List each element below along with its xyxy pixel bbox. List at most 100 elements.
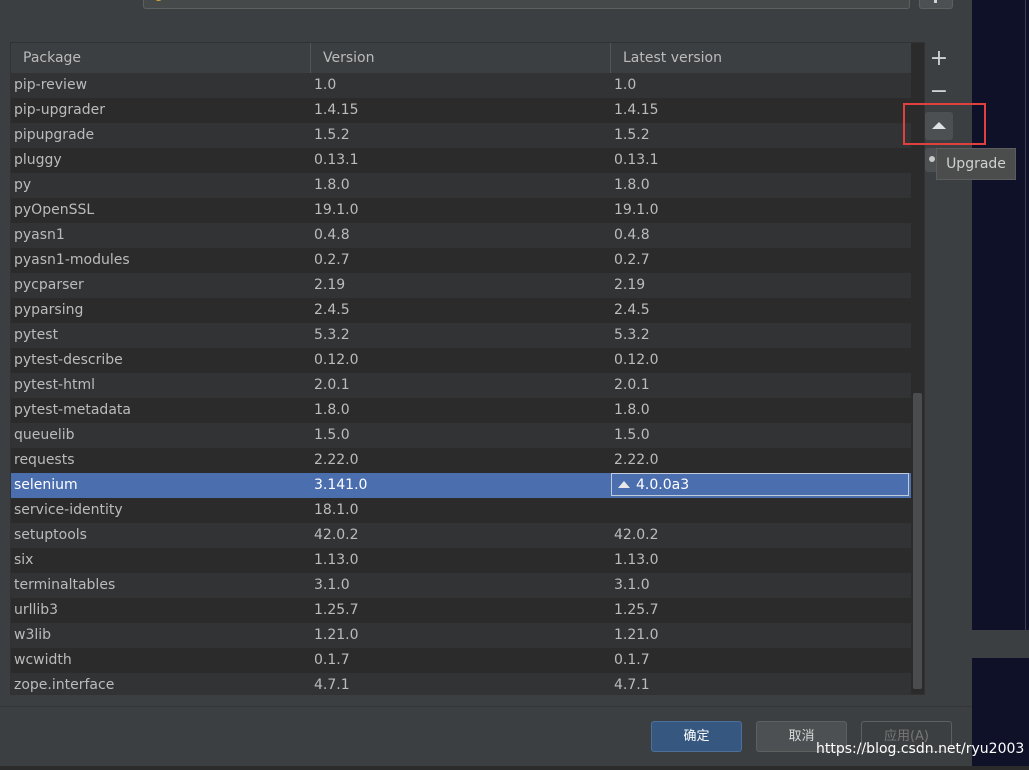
package-name-cell: queuelib xyxy=(14,427,75,443)
latest-version-cell: 2.0.1 xyxy=(614,377,650,393)
package-name-cell: pipupgrade xyxy=(14,127,95,143)
table-row[interactable]: urllib3 1.25.7 1.25.7 xyxy=(11,598,911,623)
table-row[interactable]: six 1.13.0 1.13.0 xyxy=(11,548,911,573)
package-name-cell: pip-upgrader xyxy=(14,102,105,118)
version-cell: 3.1.0 xyxy=(314,577,350,593)
install-package-button[interactable]: + xyxy=(925,45,953,73)
table-header: Package Version Latest version xyxy=(11,43,911,74)
version-cell: 1.21.0 xyxy=(314,627,359,643)
version-cell: 0.2.7 xyxy=(314,252,350,268)
highlight-box xyxy=(903,103,986,145)
column-header-package[interactable]: Package xyxy=(11,43,311,73)
version-cell: 1.8.0 xyxy=(314,177,350,193)
latest-version-cell: 0.13.1 xyxy=(614,152,659,168)
table-row[interactable]: terminaltables 3.1.0 3.1.0 xyxy=(11,573,911,598)
version-cell: 1.4.15 xyxy=(314,102,359,118)
ok-button[interactable]: 确定 xyxy=(651,721,742,752)
package-name-cell: requests xyxy=(14,452,75,468)
version-cell: 5.3.2 xyxy=(314,327,350,343)
version-cell: 18.1.0 xyxy=(314,502,359,518)
version-cell: 0.1.7 xyxy=(314,652,350,668)
table-row[interactable]: pyparsing 2.4.5 2.4.5 xyxy=(11,298,911,323)
minus-icon: − xyxy=(929,79,949,104)
table-row[interactable]: wcwidth 0.1.7 0.1.7 xyxy=(11,648,911,673)
version-cell: 1.0 xyxy=(314,77,337,93)
package-name-cell: pyparsing xyxy=(14,302,84,318)
uninstall-package-button[interactable]: − xyxy=(925,78,953,106)
version-cell: 0.12.0 xyxy=(314,352,359,368)
table-row[interactable]: setuptools 42.0.2 42.0.2 xyxy=(11,523,911,548)
package-name-cell: zope.interface xyxy=(14,677,115,693)
column-header-latest-version[interactable]: Latest version xyxy=(611,43,911,73)
table-row[interactable]: pyasn1-modules 0.2.7 0.2.7 xyxy=(11,248,911,273)
version-cell: 0.4.8 xyxy=(314,227,350,243)
table-row[interactable]: pytest-metadata 1.8.0 1.8.0 xyxy=(11,398,911,423)
package-name-cell: pytest xyxy=(14,327,59,343)
latest-version-cell: 1.21.0 xyxy=(614,627,659,643)
package-name-cell: wcwidth xyxy=(14,652,72,668)
package-name-cell: pyOpenSSL xyxy=(14,202,95,218)
latest-version-cell: 3.1.0 xyxy=(614,577,650,593)
latest-version-cell: 42.0.2 xyxy=(614,527,659,543)
latest-version-cell: 1.13.0 xyxy=(614,552,659,568)
table-row[interactable]: queuelib 1.5.0 1.5.0 xyxy=(11,423,911,448)
table-row[interactable]: service-identity 18.1.0 xyxy=(11,498,911,523)
table-row[interactable]: selenium 3.141.0 4.0.0a3 xyxy=(11,473,911,498)
latest-version-cell: 0.12.0 xyxy=(614,352,659,368)
settings-icon xyxy=(934,0,937,3)
package-name-cell: pyasn1 xyxy=(14,227,65,243)
latest-version-cell: 1.8.0 xyxy=(614,177,650,193)
package-name-cell: setuptools xyxy=(14,527,87,543)
table-row[interactable]: w3lib 1.21.0 1.21.0 xyxy=(11,623,911,648)
package-name-cell: pip-review xyxy=(14,77,88,93)
table-row[interactable]: pluggy 0.13.1 0.13.1 xyxy=(11,148,911,173)
package-name-cell: six xyxy=(14,552,34,568)
version-cell: 2.19 xyxy=(314,277,346,293)
package-name-cell: pyasn1-modules xyxy=(14,252,130,268)
scrollbar-thumb[interactable] xyxy=(913,393,922,689)
package-name-cell: pluggy xyxy=(14,152,62,168)
latest-version-cell: 5.3.2 xyxy=(614,327,650,343)
latest-version-cell: 4.7.1 xyxy=(614,677,650,693)
eye-icon xyxy=(929,156,935,162)
table-row[interactable]: pycparser 2.19 2.19 xyxy=(11,273,911,298)
latest-version-cell: 1.0 xyxy=(614,77,637,93)
table-row[interactable]: pyOpenSSL 19.1.0 19.1.0 xyxy=(11,198,911,223)
table-row[interactable]: pip-review 1.0 1.0 xyxy=(11,73,911,98)
latest-version-cell: 2.4.5 xyxy=(614,302,650,318)
plus-icon: + xyxy=(929,46,949,71)
column-header-version[interactable]: Version xyxy=(311,43,611,73)
version-cell: 0.13.1 xyxy=(314,152,359,168)
version-cell: 3.141.0 xyxy=(314,477,368,493)
upgrade-available-icon xyxy=(618,481,630,488)
table-row[interactable]: requests 2.22.0 2.22.0 xyxy=(11,448,911,473)
table-row[interactable]: pytest 5.3.2 5.3.2 xyxy=(11,323,911,348)
latest-version-cell: 0.1.7 xyxy=(614,652,650,668)
table-row[interactable]: pytest-html 2.0.1 2.0.1 xyxy=(11,373,911,398)
table-row[interactable]: pip-upgrader 1.4.15 1.4.15 xyxy=(11,98,911,123)
latest-version-cell: 1.25.7 xyxy=(614,602,659,618)
latest-version-cell: 1.8.0 xyxy=(614,402,650,418)
package-name-cell: service-identity xyxy=(14,502,123,518)
table-row[interactable]: pytest-describe 0.12.0 0.12.0 xyxy=(11,348,911,373)
latest-version-text: 4.0.0a3 xyxy=(636,477,690,493)
footer-divider xyxy=(0,706,972,707)
latest-version-cell: 1.5.0 xyxy=(614,427,650,443)
version-cell: 1.25.7 xyxy=(314,602,359,618)
latest-version-cell: 4.0.0a3 xyxy=(611,473,909,496)
package-name-cell: pycparser xyxy=(14,277,84,293)
table-row[interactable]: pipupgrade 1.5.2 1.5.2 xyxy=(11,123,911,148)
interpreter-settings-button[interactable] xyxy=(919,0,953,9)
package-name-cell: pytest-describe xyxy=(14,352,123,368)
packages-table: Package Version Latest version pip-revie… xyxy=(10,42,925,695)
upgrade-tooltip: Upgrade xyxy=(936,148,1016,180)
interpreter-select[interactable] xyxy=(143,0,910,9)
latest-version-cell xyxy=(614,498,906,523)
table-row[interactable]: zope.interface 4.7.1 4.7.1 xyxy=(11,673,911,694)
latest-version-cell: 1.5.2 xyxy=(614,127,650,143)
table-row[interactable]: pyasn1 0.4.8 0.4.8 xyxy=(11,223,911,248)
table-row[interactable]: py 1.8.0 1.8.0 xyxy=(11,173,911,198)
latest-version-cell: 19.1.0 xyxy=(614,202,659,218)
latest-version-cell: 1.4.15 xyxy=(614,102,659,118)
version-cell: 19.1.0 xyxy=(314,202,359,218)
